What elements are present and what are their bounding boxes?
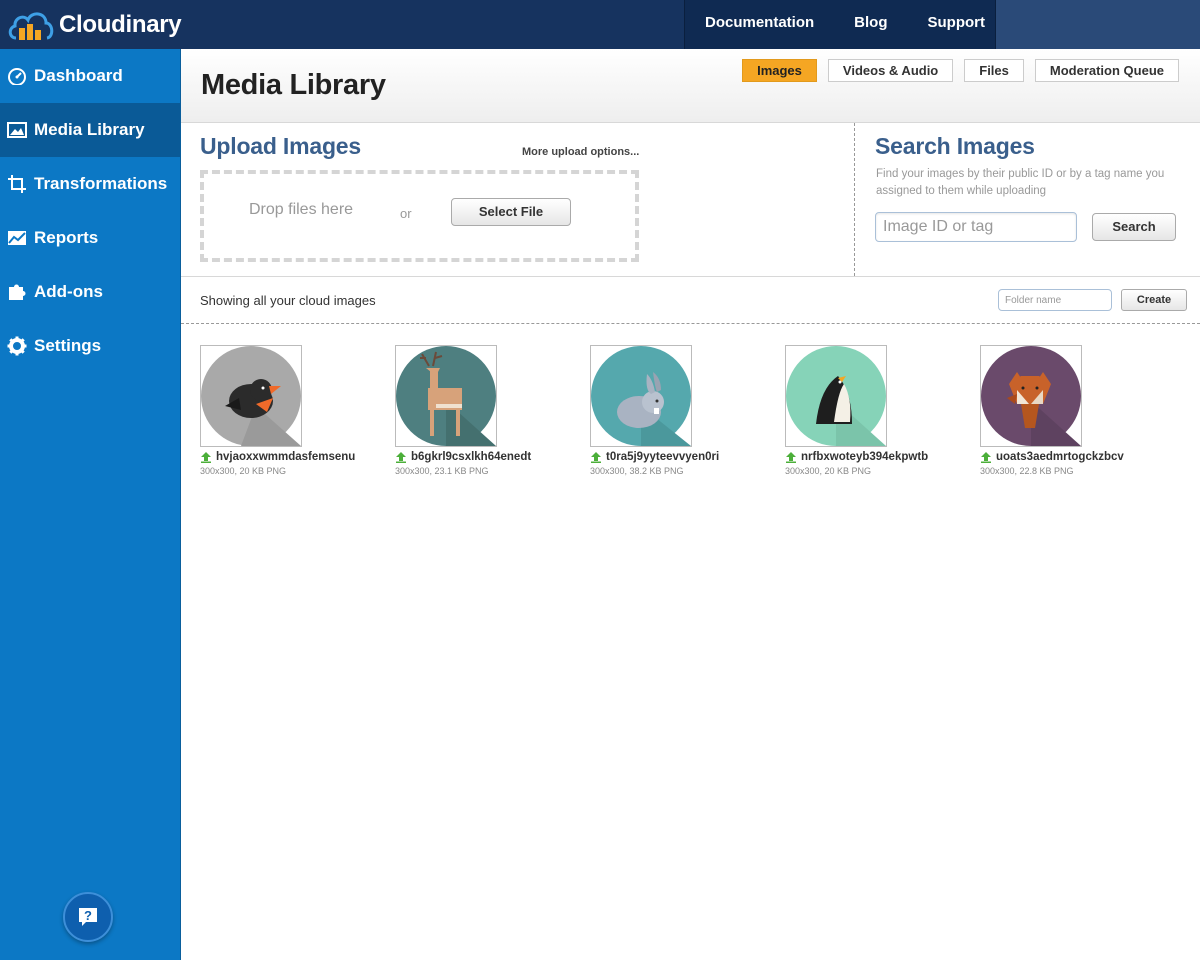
search-button[interactable]: Search — [1092, 213, 1176, 241]
more-upload-options-link[interactable]: More upload options... — [522, 146, 639, 158]
image-item: uoats3aedmrtogckzbcv 300x300, 22.8 KB PN… — [980, 345, 1160, 476]
sidebar-item-transformations[interactable]: Transformations — [0, 157, 180, 211]
image-thumbnail[interactable] — [980, 345, 1082, 447]
media-type-tabs: Images Videos & Audio Files Moderation Q… — [742, 59, 1179, 82]
nav-blog[interactable]: Blog — [834, 0, 907, 49]
crop-icon — [7, 174, 27, 194]
image-thumbnail[interactable] — [200, 345, 302, 447]
upload-title: Upload Images — [200, 133, 361, 159]
top-nav: Documentation Blog Support — [684, 0, 996, 49]
select-file-button[interactable]: Select File — [451, 198, 571, 226]
upload-arrow-icon — [201, 452, 211, 463]
image-public-id[interactable]: uoats3aedmrtogckzbcv — [996, 451, 1124, 463]
showing-text: Showing all your cloud images — [200, 293, 376, 308]
tab-images[interactable]: Images — [742, 59, 817, 82]
image-item: hvjaoxxwmmdasfemsenu 300x300, 20 KB PNG — [200, 345, 380, 476]
upload-arrow-icon — [786, 452, 796, 463]
image-public-id[interactable]: t0ra5j9yyteevvyen0ri — [606, 451, 719, 463]
create-folder-button[interactable]: Create — [1121, 289, 1187, 311]
help-button[interactable]: ? — [63, 892, 113, 942]
image-icon — [7, 120, 27, 140]
tab-files[interactable]: Files — [964, 59, 1024, 82]
cloud-logo-icon — [6, 6, 56, 44]
sidebar: Dashboard Media Library Transformations … — [0, 49, 181, 960]
drop-text: Drop files here — [249, 201, 354, 218]
help-label: ? — [84, 908, 92, 923]
nav-support[interactable]: Support — [908, 0, 1006, 49]
search-description: Find your images by their public ID or b… — [876, 168, 1165, 197]
puzzle-icon — [7, 282, 27, 302]
chart-icon — [7, 228, 27, 248]
sidebar-item-add-ons[interactable]: Add-ons — [0, 265, 180, 319]
cloudinary-logo[interactable]: Cloudinary — [6, 5, 182, 45]
image-meta: 300x300, 22.8 KB PNG — [980, 466, 1074, 476]
gear-icon — [7, 336, 27, 356]
or-text: or — [400, 206, 412, 221]
tab-videos-audio[interactable]: Videos & Audio — [827, 59, 954, 82]
sidebar-item-dashboard[interactable]: Dashboard — [0, 49, 180, 103]
listing-bar: Showing all your cloud images Create — [181, 276, 1200, 324]
upload-arrow-icon — [981, 452, 991, 463]
image-public-id[interactable]: nrfbxwoteyb394ekpwtb — [801, 451, 928, 463]
rabbit-illustration — [591, 346, 691, 446]
image-thumbnail[interactable] — [590, 345, 692, 447]
image-meta: 300x300, 20 KB PNG — [200, 466, 287, 476]
search-panel: Search Images Find your images by their … — [855, 123, 1200, 276]
upload-arrow-icon — [396, 452, 406, 463]
sidebar-item-label: Dashboard — [34, 66, 123, 85]
dashboard-icon — [7, 66, 27, 86]
upload-arrow-icon — [591, 452, 601, 463]
sidebar-item-media-library[interactable]: Media Library — [0, 103, 180, 157]
image-public-id[interactable]: b6gkrl9csxlkh64enedt — [411, 451, 531, 463]
image-thumbnail[interactable] — [785, 345, 887, 447]
bird-illustration — [201, 346, 301, 446]
sidebar-item-settings[interactable]: Settings — [0, 319, 180, 373]
image-item: t0ra5j9yyteevvyen0ri 300x300, 38.2 KB PN… — [590, 345, 770, 476]
top-bar: Cloudinary Documentation Blog Support — [0, 0, 1200, 49]
top-bar-user-area — [996, 0, 1200, 49]
sidebar-item-label: Transformations — [34, 174, 168, 193]
sidebar-item-label: Settings — [34, 336, 102, 355]
search-input[interactable] — [875, 212, 1077, 242]
fox-illustration — [981, 346, 1081, 446]
drop-zone[interactable]: Drop files here or Select File — [200, 170, 639, 262]
image-meta: 300x300, 38.2 KB PNG — [590, 466, 684, 476]
sidebar-item-label: Add-ons — [34, 282, 103, 301]
deer-illustration — [396, 346, 496, 446]
image-meta: 300x300, 23.1 KB PNG — [395, 466, 489, 476]
page-title: Media Library — [201, 69, 386, 101]
tab-moderation-queue[interactable]: Moderation Queue — [1034, 59, 1179, 82]
image-thumbnail[interactable] — [395, 345, 497, 447]
nav-documentation[interactable]: Documentation — [685, 0, 834, 49]
sidebar-item-reports[interactable]: Reports — [0, 211, 180, 265]
brand-name: Cloudinary — [59, 11, 182, 38]
image-public-id[interactable]: hvjaoxxwmmdasfemsenu — [216, 451, 355, 463]
image-meta: 300x300, 20 KB PNG — [785, 466, 872, 476]
penguin-illustration — [786, 346, 886, 446]
folder-name-input[interactable] — [998, 289, 1112, 311]
sidebar-item-label: Reports — [34, 228, 99, 247]
sidebar-item-label: Media Library — [34, 120, 145, 139]
image-item: nrfbxwoteyb394ekpwtb 300x300, 20 KB PNG — [785, 345, 965, 476]
search-title: Search Images — [875, 133, 1035, 159]
upload-panel: Upload Images More upload options... Dro… — [181, 123, 855, 276]
image-item: b6gkrl9csxlkh64enedt 300x300, 23.1 KB PN… — [395, 345, 575, 476]
page-header: Media Library Images Videos & Audio File… — [181, 49, 1200, 123]
